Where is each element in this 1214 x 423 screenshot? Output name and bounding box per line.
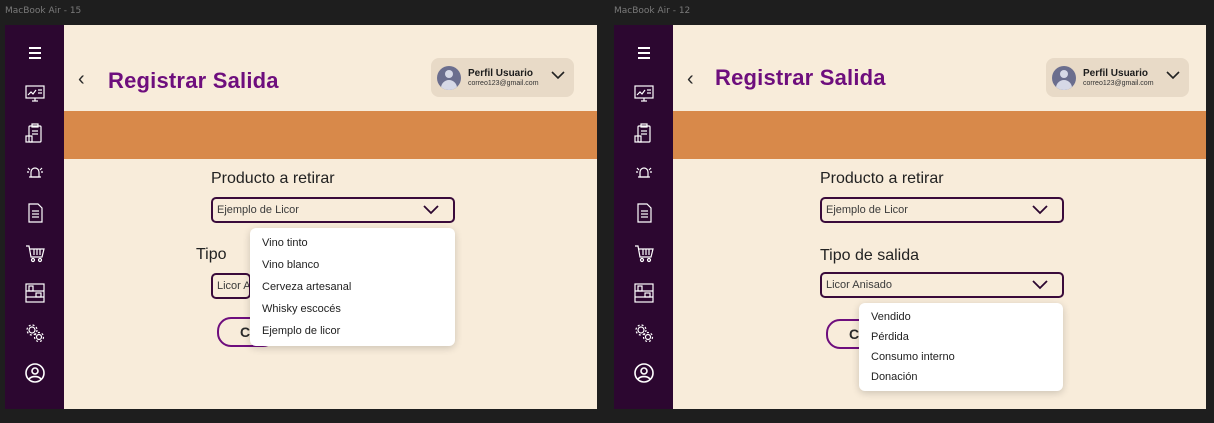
document-icon[interactable] xyxy=(630,199,658,227)
profile-menu[interactable]: Perfil Usuario correo123@gmail.com xyxy=(431,58,574,97)
dashboard-icon[interactable] xyxy=(630,79,658,107)
clipboard-icon[interactable] xyxy=(630,119,658,147)
type-select[interactable]: Licor A xyxy=(211,273,251,299)
profile-name: Perfil Usuario xyxy=(1083,68,1149,79)
profile-menu[interactable]: Perfil Usuario correo123@gmail.com xyxy=(1046,58,1189,97)
profile-email: correo123@gmail.com xyxy=(468,80,539,87)
dropdown-option[interactable]: Vendido xyxy=(859,307,1063,327)
page-title: Registrar Salida xyxy=(715,65,886,90)
alarm-icon[interactable] xyxy=(21,159,49,187)
frame-label: MacBook Air - 12 xyxy=(614,6,691,16)
product-select-value: Ejemplo de Licor xyxy=(826,204,908,216)
product-select-value: Ejemplo de Licor xyxy=(217,204,299,216)
chevron-down-icon[interactable] xyxy=(1032,280,1048,290)
alarm-icon[interactable] xyxy=(630,159,658,187)
document-icon[interactable] xyxy=(21,199,49,227)
gears-icon[interactable] xyxy=(630,319,658,347)
dropdown-option[interactable]: Vino blanco xyxy=(250,254,455,276)
sidebar xyxy=(614,25,673,409)
product-dropdown: Vino tinto Vino blanco Cerveza artesanal… xyxy=(250,228,455,346)
type-label: Tipo xyxy=(196,246,227,263)
menu-icon[interactable] xyxy=(630,39,658,67)
avatar xyxy=(437,65,461,90)
frame-label: MacBook Air - 15 xyxy=(5,6,82,16)
chevron-down-icon[interactable] xyxy=(1166,70,1180,80)
menu-icon[interactable] xyxy=(21,39,49,67)
shopping-cart-icon[interactable] xyxy=(21,239,49,267)
back-icon[interactable]: ‹ xyxy=(78,69,85,89)
type-select[interactable]: Licor Anisado xyxy=(820,272,1064,298)
dropdown-option[interactable]: Ejemplo de licor xyxy=(250,320,455,342)
gears-icon[interactable] xyxy=(21,319,49,347)
page-title: Registrar Salida xyxy=(108,68,279,93)
dropdown-option[interactable]: Pérdida xyxy=(859,327,1063,347)
profile-email: correo123@gmail.com xyxy=(1083,80,1154,87)
shopping-cart-icon[interactable] xyxy=(630,239,658,267)
dropdown-option[interactable]: Whisky escocés xyxy=(250,298,455,320)
frame-macbook-air-12: ‹ Registrar Salida Perfil Usuario correo… xyxy=(614,25,1206,409)
shelves-icon[interactable] xyxy=(630,279,658,307)
header-band xyxy=(673,111,1206,159)
chevron-down-icon[interactable] xyxy=(1032,205,1048,215)
user-circle-icon[interactable] xyxy=(630,359,658,387)
shelves-icon[interactable] xyxy=(21,279,49,307)
header: ‹ Registrar Salida Perfil Usuario correo… xyxy=(673,25,1206,111)
product-select[interactable]: Ejemplo de Licor xyxy=(211,197,455,223)
type-select-value: Licor Anisado xyxy=(826,279,893,291)
profile-name: Perfil Usuario xyxy=(468,68,534,79)
product-label: Producto a retirar xyxy=(211,170,335,187)
user-circle-icon[interactable] xyxy=(21,359,49,387)
dropdown-option[interactable]: Vino tinto xyxy=(250,232,455,254)
type-label: Tipo de salida xyxy=(820,247,920,264)
clipboard-icon[interactable] xyxy=(21,119,49,147)
sidebar xyxy=(5,25,64,409)
dashboard-icon[interactable] xyxy=(21,79,49,107)
chevron-down-icon[interactable] xyxy=(551,70,565,80)
dropdown-option[interactable]: Donación xyxy=(859,367,1063,387)
avatar xyxy=(1052,65,1076,90)
header: ‹ Registrar Salida Perfil Usuario correo… xyxy=(64,25,597,111)
product-select[interactable]: Ejemplo de Licor xyxy=(820,197,1064,223)
product-label: Producto a retirar xyxy=(820,170,944,187)
type-select-value: Licor A xyxy=(217,280,251,292)
header-band xyxy=(64,111,597,159)
back-icon[interactable]: ‹ xyxy=(687,69,694,89)
type-dropdown: Vendido Pérdida Consumo interno Donación xyxy=(859,303,1063,391)
frame-macbook-air-15: ‹ Registrar Salida Perfil Usuario correo… xyxy=(5,25,597,409)
chevron-down-icon[interactable] xyxy=(423,205,439,215)
dropdown-option[interactable]: Cerveza artesanal xyxy=(250,276,455,298)
dropdown-option[interactable]: Consumo interno xyxy=(859,347,1063,367)
